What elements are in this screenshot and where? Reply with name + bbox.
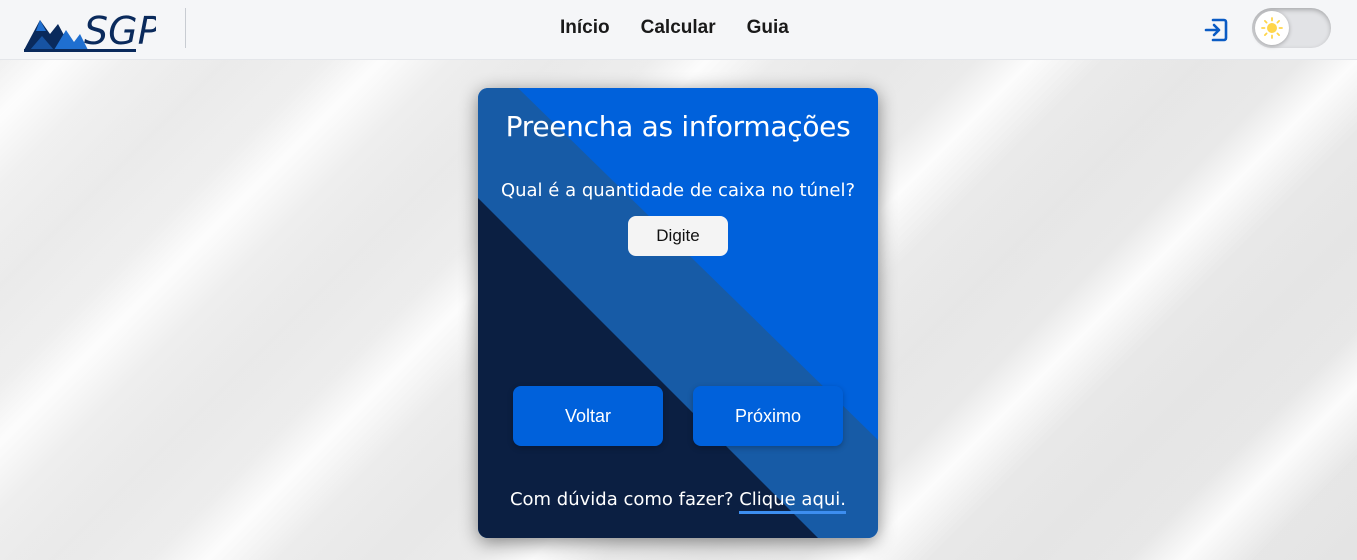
- main-nav: Início Calcular Guia: [560, 17, 789, 39]
- header-divider: [185, 8, 186, 48]
- card-background: [478, 88, 878, 538]
- help-text: Com dúvida como fazer?: [509, 489, 734, 510]
- nav-link-home[interactable]: Início: [560, 17, 610, 39]
- next-button[interactable]: Próximo: [693, 386, 843, 446]
- theme-toggle[interactable]: [1252, 8, 1331, 48]
- theme-toggle-knob: [1255, 11, 1289, 45]
- box-quantity-input[interactable]: [628, 216, 728, 256]
- sun-icon: [1261, 17, 1283, 39]
- form-title: Preencha as informações: [505, 110, 851, 143]
- form-card: Preencha as informações Qual é a quantid…: [478, 88, 878, 538]
- top-navbar: SGP Início Calcular Guia: [0, 0, 1357, 60]
- sgp-logo[interactable]: SGP: [24, 6, 161, 53]
- back-button[interactable]: Voltar: [513, 386, 663, 446]
- help-link[interactable]: Clique aqui.: [739, 489, 847, 514]
- svg-text:SGP: SGP: [84, 9, 156, 52]
- mountains-logo-icon: SGP: [24, 9, 161, 53]
- nav-link-calculate[interactable]: Calcular: [641, 17, 716, 39]
- nav-link-guide[interactable]: Guia: [747, 17, 789, 39]
- login-icon[interactable]: [1203, 17, 1229, 43]
- question-label: Qual é a quantidade de caixa no túnel?: [500, 180, 856, 201]
- help-line: Com dúvida como fazer? Clique aqui.: [478, 489, 878, 514]
